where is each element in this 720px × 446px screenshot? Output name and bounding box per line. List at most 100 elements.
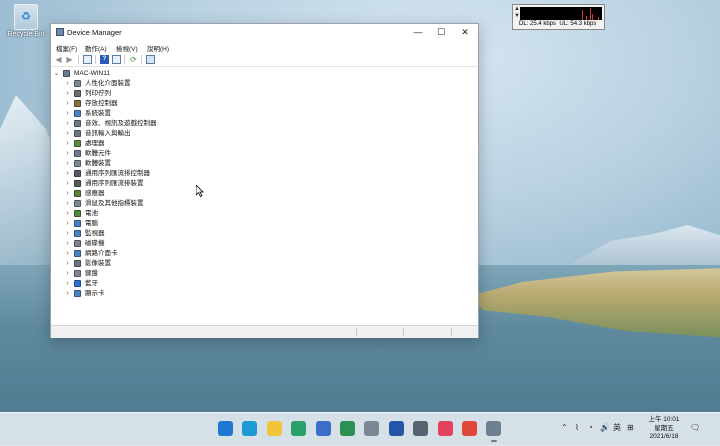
menu-file[interactable]: 檔案(F) (56, 43, 77, 53)
tree-item[interactable]: › 人性化介面裝置 (51, 79, 471, 89)
chevron-right-icon[interactable]: › (64, 179, 71, 189)
tree-item[interactable]: › 電池 (51, 209, 471, 219)
device-manager-icon[interactable] (486, 421, 502, 442)
tree-item-label: 人性化介面裝置 (85, 80, 131, 87)
wifi-icon[interactable]: ◔ (588, 422, 593, 434)
tree-item[interactable]: › 藍牙 (51, 279, 471, 289)
storage-controller-icon (74, 100, 81, 107)
chrome-icon[interactable] (462, 421, 477, 436)
tree-item[interactable]: › 感應器 (51, 189, 471, 199)
back-icon[interactable]: ◀ (54, 55, 63, 64)
chevron-right-icon[interactable]: › (64, 189, 71, 199)
tree-item[interactable]: › 影像裝置 (51, 259, 471, 269)
help-icon[interactable]: ? (100, 55, 109, 64)
tree-item[interactable]: › 通用序列匯流排控制器 (51, 169, 471, 179)
tree-item-label: 軟體元件 (85, 150, 111, 157)
tree-item-label: 軟體裝置 (85, 160, 111, 167)
file-explorer-icon[interactable] (266, 421, 282, 436)
maximize-button[interactable]: ☐ (429, 25, 453, 40)
tree-item[interactable]: › 滑鼠及其他指標裝置 (51, 199, 471, 209)
ime-mode-icon[interactable]: ⊞ (627, 422, 634, 434)
toolbar: ◀ ▶ ? ⟳ (51, 53, 478, 67)
music-icon[interactable] (437, 421, 453, 436)
tree-item[interactable]: › 網路介面卡 (51, 249, 471, 259)
chevron-right-icon[interactable]: › (64, 209, 71, 219)
ime-language-indicator[interactable]: 英 (613, 422, 621, 434)
chevron-right-icon[interactable]: › (64, 269, 71, 279)
desktop-icon-recycle-bin[interactable]: ♻ Recycle Bin (4, 2, 48, 38)
tree-item-label: 滑鼠及其他指標裝置 (85, 200, 144, 207)
tree-item[interactable]: › 列印佇列 (51, 89, 471, 99)
chevron-right-icon[interactable]: › (64, 219, 71, 229)
chevron-right-icon[interactable]: › (64, 89, 71, 99)
chevron-right-icon[interactable]: › (64, 129, 71, 139)
gear-icon[interactable] (413, 421, 429, 436)
tree-item[interactable]: › 磁碟機 (51, 239, 471, 249)
camera-icon (74, 260, 81, 267)
chevron-right-icon[interactable]: › (64, 199, 71, 209)
properties-icon[interactable] (83, 55, 92, 64)
tray-chevron-icon[interactable]: ⌃ (561, 422, 568, 434)
network-status-icon[interactable]: ⌇ (575, 422, 579, 434)
tree-item-label: 鍵盤 (85, 270, 98, 277)
tree-item[interactable]: › 顯示卡 (51, 289, 471, 299)
tree-item[interactable]: › 軟體元件 (51, 149, 471, 159)
software-device-icon (74, 160, 81, 167)
menu-help[interactable]: 說明(H) (147, 43, 169, 53)
chevron-right-icon[interactable]: › (64, 289, 71, 299)
network-meter-widget[interactable]: ▲ ▼ DL: 25.4 kbps UL: 54.3 kbps (512, 4, 605, 30)
volume-icon[interactable]: 🔊 (600, 422, 610, 434)
chevron-right-icon[interactable]: › (64, 139, 71, 149)
tree-item[interactable]: › 軟體裝置 (51, 159, 471, 169)
menu-view[interactable]: 檢視(V) (116, 43, 138, 53)
menu-action[interactable]: 動作(A) (85, 43, 107, 53)
chevron-down-icon[interactable]: ⌄ (53, 69, 60, 79)
tree-item[interactable]: › 監視器 (51, 229, 471, 239)
forward-icon[interactable]: ▶ (65, 55, 74, 64)
tree-item-label: 藍牙 (85, 280, 98, 287)
device-tree: ⌄ MAC-WIN11 › 人性化介面裝置 › 列印佇列 › 存放控制器 › 系統裝置 › 音效、… (51, 69, 478, 324)
tree-root[interactable]: ⌄ MAC-WIN11 (51, 69, 471, 79)
taskbar-clock[interactable]: 上午 10:01 星期五 2021/6/18 (644, 416, 684, 442)
tree-item-label: 通用序列匯流排裝置 (85, 180, 144, 187)
chevron-right-icon[interactable]: › (64, 149, 71, 159)
chevron-right-icon[interactable]: › (64, 279, 71, 289)
app-icon[interactable] (388, 421, 404, 436)
sensor-icon (74, 190, 81, 197)
settings-gear-icon[interactable] (291, 421, 307, 436)
chevron-right-icon[interactable]: › (64, 109, 71, 119)
tree-item[interactable]: › 處理器 (51, 139, 471, 149)
tree-item[interactable]: › 音訊輸入與輸出 (51, 129, 471, 139)
update-driver-icon[interactable]: ⟳ (129, 55, 138, 64)
tree-item[interactable]: › 通用序列匯流排裝置 (51, 179, 471, 189)
start-icon[interactable] (218, 421, 233, 436)
edge-icon[interactable] (242, 421, 258, 436)
hid-icon (74, 80, 81, 87)
status-bar (51, 325, 478, 338)
tree-item[interactable]: › 電腦 (51, 219, 471, 229)
tree-item-label: 網路介面卡 (85, 250, 118, 257)
task-app-icon[interactable] (340, 421, 355, 436)
chevron-right-icon[interactable]: › (64, 249, 71, 259)
chevron-right-icon[interactable]: › (64, 169, 71, 179)
chevron-right-icon[interactable]: › (64, 99, 71, 109)
tree-item[interactable]: › 系統裝置 (51, 109, 471, 119)
chevron-right-icon[interactable]: › (64, 259, 71, 269)
network-app-icon[interactable] (315, 421, 331, 436)
close-button[interactable]: ✕ (453, 25, 477, 40)
scan-hardware-icon[interactable] (146, 55, 155, 64)
tree-item-label: 顯示卡 (85, 290, 105, 297)
tree-item[interactable]: › 存放控制器 (51, 99, 471, 109)
tree-item[interactable]: › 鍵盤 (51, 269, 471, 279)
package-icon[interactable] (364, 421, 380, 436)
chevron-right-icon[interactable]: › (64, 79, 71, 89)
chevron-right-icon[interactable]: › (64, 229, 71, 239)
chevron-right-icon[interactable]: › (64, 239, 71, 249)
title-bar[interactable]: Device Manager — ☐ ✕ (51, 24, 478, 41)
chevron-right-icon[interactable]: › (64, 119, 71, 129)
chevron-right-icon[interactable]: › (64, 159, 71, 169)
tree-item[interactable]: › 音效、視訊及遊戲控制器 (51, 119, 471, 129)
notification-icon[interactable]: 🗨 (690, 422, 700, 434)
minimize-button[interactable]: — (406, 25, 430, 40)
show-hidden-icon[interactable] (112, 55, 121, 64)
